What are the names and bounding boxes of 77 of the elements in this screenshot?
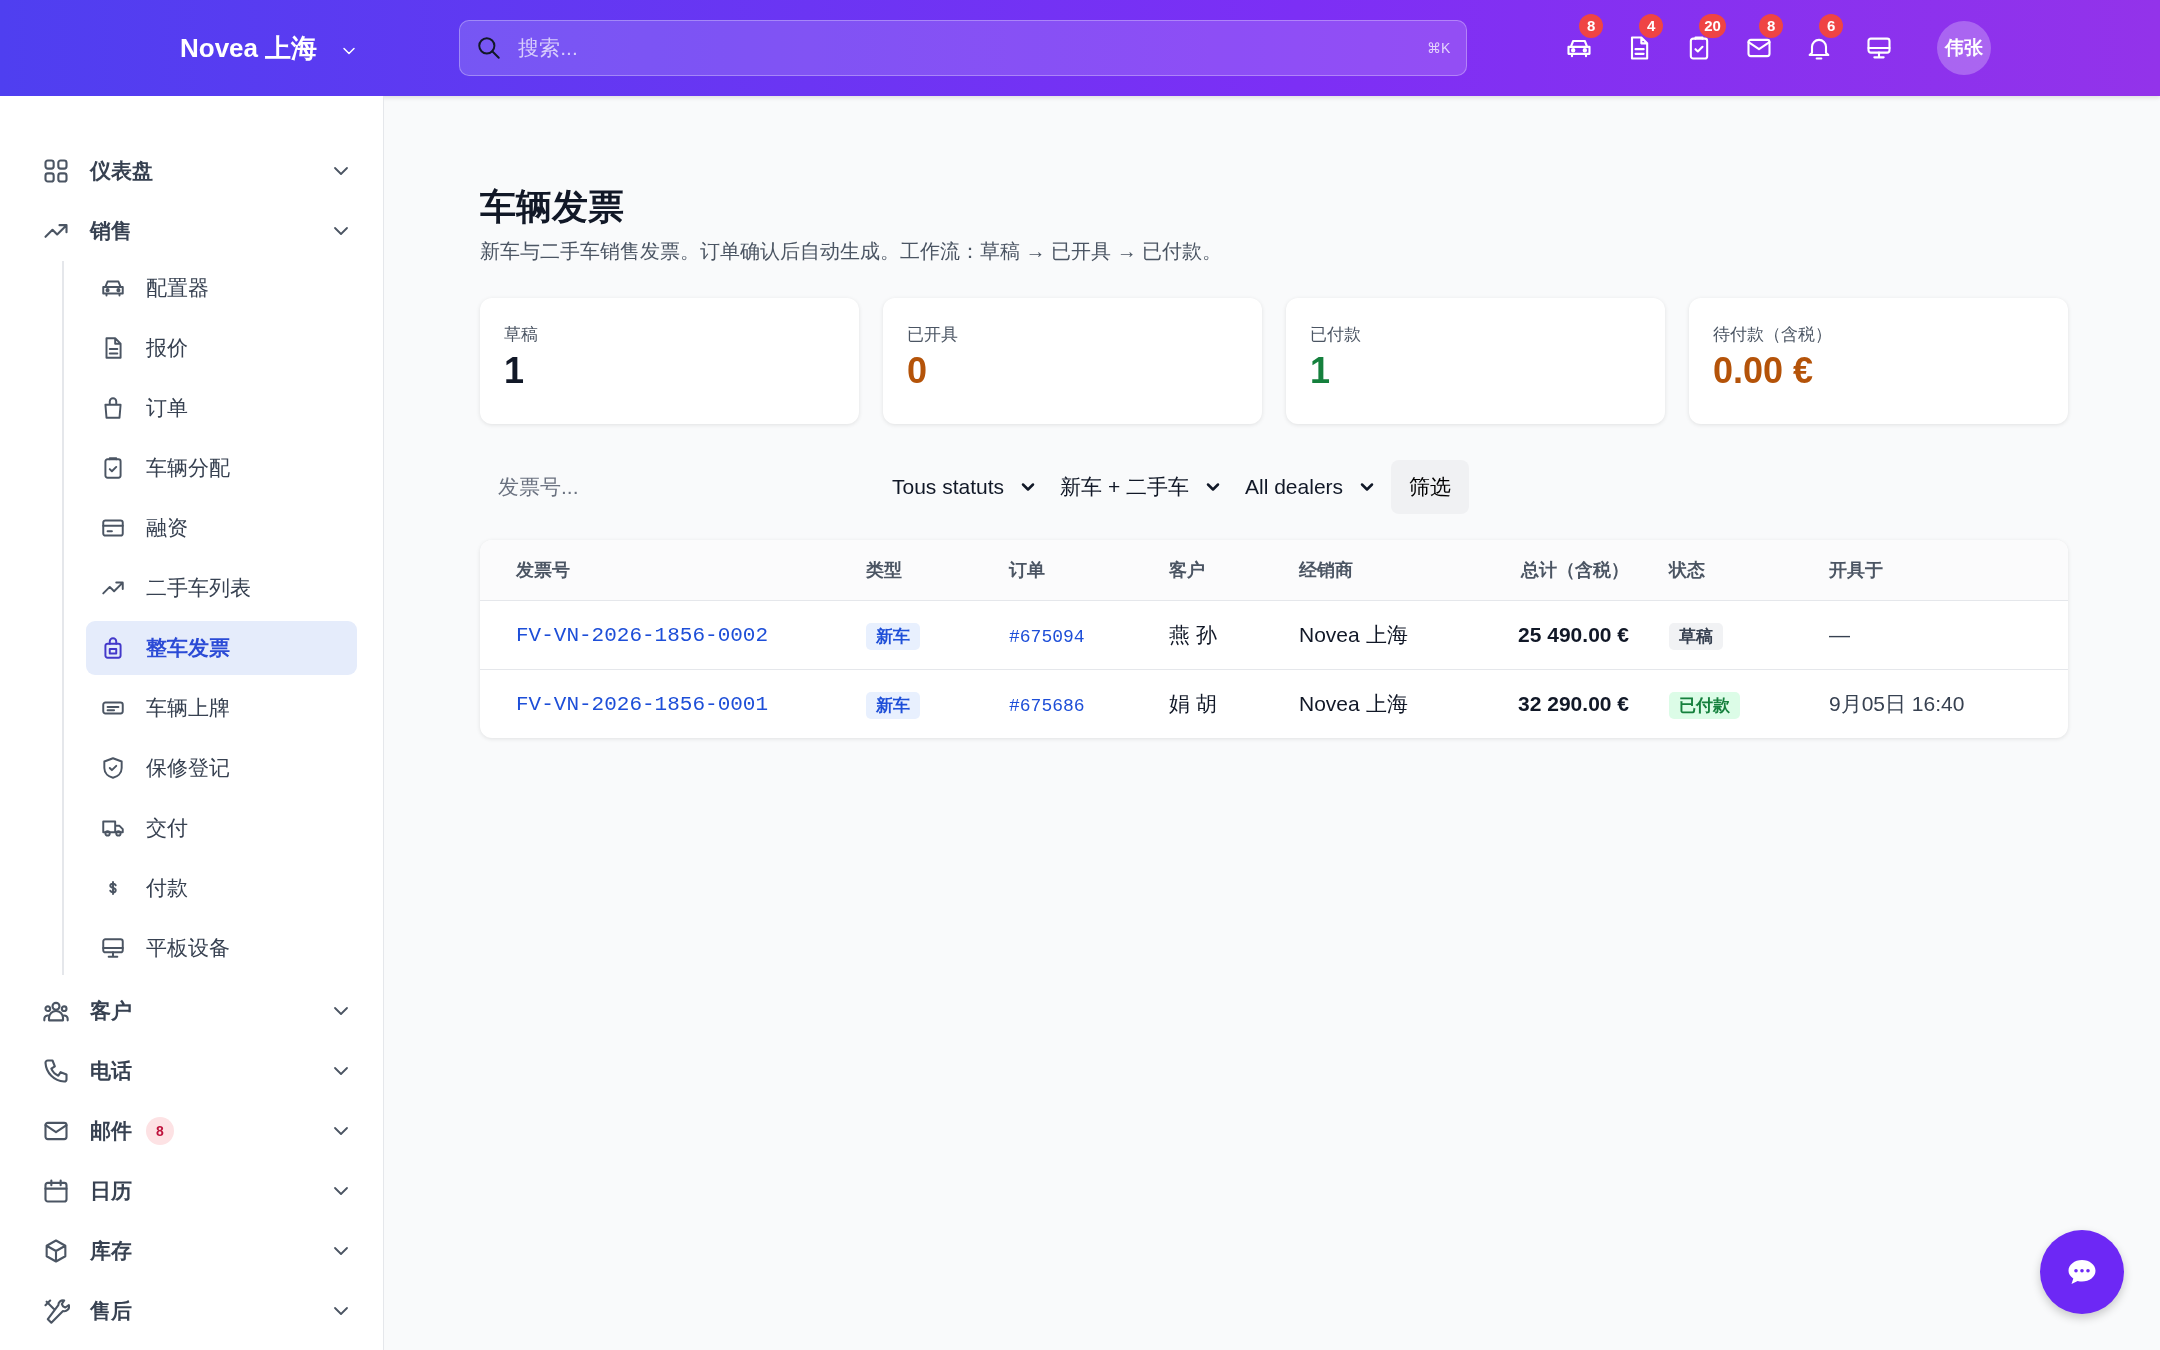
sidebar-item[interactable]: 报价 [86, 321, 357, 375]
sidebar-item[interactable]: 融资 [86, 501, 357, 555]
invoice-total: 25 490.00 € [1517, 622, 1630, 649]
chat-button[interactable] [2040, 1230, 2124, 1314]
type-tag: 新车 [866, 623, 920, 651]
column-header: 经销商 [1299, 558, 1354, 582]
count-badge: 8 [1759, 14, 1784, 38]
sidebar-item[interactable]: 整车发票 [86, 621, 357, 675]
count-badge: 8 [1579, 14, 1604, 38]
sidebar-item[interactable]: 配置器 [86, 261, 357, 315]
monitor-icon [100, 935, 126, 961]
stat-value: 1 [504, 348, 526, 393]
invoice-link[interactable]: FV-VN-2026-1856-0002 [516, 624, 769, 648]
stat-label: 草稿 [504, 324, 539, 347]
sidebar-group[interactable]: 仪表盘 [0, 141, 383, 201]
dealer-name: Novea 上海 [1299, 622, 1409, 649]
column-header: 类型 [866, 558, 903, 582]
column-header: 状态 [1669, 558, 1706, 582]
stat-value: 0.00 € [1713, 348, 1815, 393]
count-badge: 6 [1819, 14, 1844, 38]
search-icon [476, 35, 503, 61]
customer-name: 娟 胡 [1169, 691, 1218, 718]
sidebar-item[interactable]: 二手车列表 [86, 561, 357, 615]
sidebar-group[interactable]: 电话 [0, 1041, 383, 1101]
customer-name: 燕 孙 [1169, 622, 1218, 649]
filter-select[interactable]: Tous statuts [892, 471, 1039, 503]
column-header: 开具于 [1829, 558, 1884, 582]
grid-icon [42, 157, 70, 185]
sidebar-item[interactable]: 平板设备 [86, 921, 357, 975]
dealer-name: Novea 上海 [1299, 691, 1409, 718]
sidebar-group[interactable]: 库存 [0, 1221, 383, 1281]
sidebar-group[interactable]: 售后 [0, 1281, 383, 1341]
invoice-search-field[interactable]: 发票号... [480, 470, 870, 504]
shield-icon [100, 755, 126, 781]
issued-date: 9月05日 16:40 [1829, 691, 1966, 718]
search-input[interactable]: 搜索... [516, 31, 1413, 65]
status-tag: 已付款 [1669, 692, 1740, 720]
issued-date: — [1829, 622, 1851, 649]
invoice-total: 32 290.00 € [1517, 691, 1630, 718]
sidebar-group[interactable]: 销售 [0, 201, 383, 261]
shortcut-hint: ⌘K [1426, 38, 1451, 58]
filter-select[interactable]: All dealers [1245, 471, 1378, 503]
filter-select[interactable]: 新车 + 二手车 [1060, 471, 1223, 503]
page-title: 车辆发票 [480, 185, 625, 229]
sidebar-group[interactable]: 日历 [0, 1161, 383, 1221]
sidebar-item[interactable]: 付款 [86, 861, 357, 915]
page-description: 新车与二手车销售发票。订单确认后自动生成。工作流：草稿 → 已开具 → 已付款。 [480, 239, 1224, 265]
invoice-link[interactable]: FV-VN-2026-1856-0001 [516, 693, 769, 717]
stat-value: 1 [1310, 348, 1332, 393]
phone-icon [42, 1057, 70, 1085]
sidebar-item[interactable]: 车辆分配 [86, 441, 357, 495]
brand-name: Novea 上海 [180, 31, 318, 65]
count-badge: 8 [146, 1117, 174, 1145]
tools-icon [42, 1297, 70, 1325]
sidebar-item[interactable]: 订单 [86, 381, 357, 435]
column-header: 总计（含税） [1519, 558, 1630, 582]
column-header: 客户 [1169, 558, 1206, 582]
count-badge: 4 [1639, 14, 1664, 38]
sidebar-item[interactable]: 保修登记 [86, 741, 357, 795]
order-link[interactable]: #675686 [1009, 696, 1085, 717]
status-tag: 草稿 [1669, 623, 1723, 651]
user-avatar[interactable]: 伟张 [1937, 21, 1992, 75]
filter-button[interactable]: 筛选 [1391, 460, 1470, 515]
stat-label: 待付款（含税） [1713, 324, 1833, 347]
order-link[interactable]: #675094 [1009, 627, 1085, 648]
column-header: 订单 [1009, 558, 1046, 582]
sidebar-item[interactable]: 车辆上牌 [86, 681, 357, 735]
count-badge: 20 [1699, 14, 1726, 38]
type-tag: 新车 [866, 692, 920, 720]
stat-label: 已开具 [907, 324, 959, 347]
sidebar-group[interactable]: 客户 [0, 981, 383, 1041]
sidebar-group[interactable]: 邮件 8 [0, 1101, 383, 1161]
sidebar-item[interactable]: 交付 [86, 801, 357, 855]
column-header: 发票号 [516, 558, 571, 582]
calendar-icon [42, 1177, 70, 1205]
stat-value: 0 [907, 348, 929, 393]
stat-label: 已付款 [1310, 324, 1362, 347]
